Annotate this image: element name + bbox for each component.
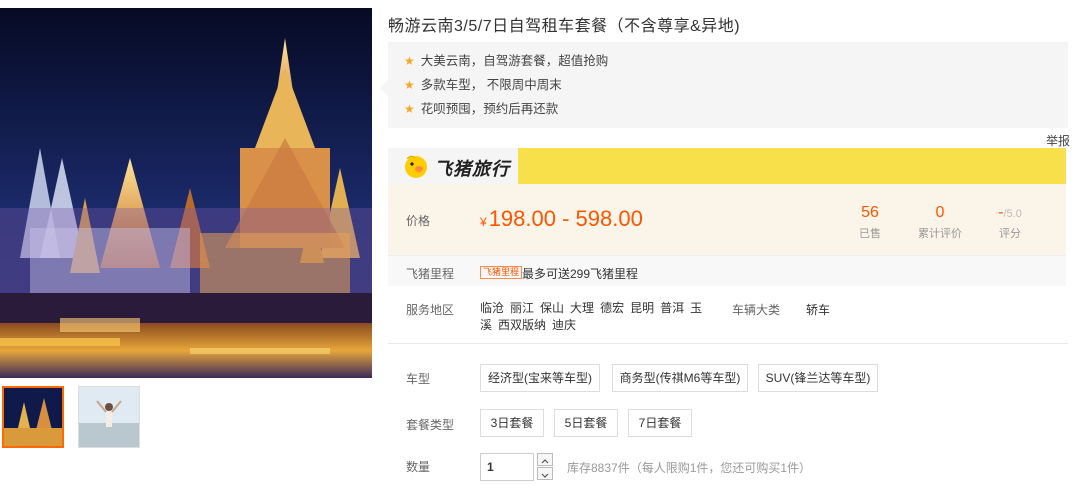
mileage-tag: 飞猪里程	[480, 266, 523, 279]
quantity-decrease-button[interactable]	[537, 467, 553, 480]
score-label: 评分	[999, 228, 1021, 240]
area-item: 保山	[540, 301, 565, 315]
thumbnail-image	[79, 387, 139, 447]
brand-bar: 飞猪旅行	[388, 148, 1066, 184]
area-item: 大理	[570, 301, 595, 315]
highlight-item: ★ 多款车型， 不限周中周末	[404, 75, 1068, 99]
highlight-text: 多款车型， 不限周中周末	[420, 78, 562, 92]
mileage-label: 飞猪里程	[406, 267, 455, 281]
highlights-box: ★ 大美云南，自驾游套餐，超值抢购 ★ 多款车型， 不限周中周末 ★ 花呗预囤，预约后…	[380, 42, 1068, 128]
area-item: 临沧	[480, 301, 505, 315]
area-item: 普洱	[660, 301, 685, 315]
quantity-input[interactable]	[480, 453, 534, 481]
car-type-label: 车型	[406, 372, 431, 386]
area-item: 昆明	[630, 301, 655, 315]
package-option-5day[interactable]: 5日套餐	[554, 409, 618, 437]
price-value: 198.00 - 598.00	[488, 206, 643, 231]
service-area-label: 服务地区	[406, 303, 455, 317]
car-type-option-suv[interactable]: SUV(锋兰达等车型)	[758, 364, 878, 392]
thumbnail-lakeside-woman[interactable]	[78, 386, 140, 448]
service-area-list: 临沧 丽江 保山 大理 德宏 昆明 普洱 玉溪 西双版纳 迪庆	[480, 300, 720, 334]
quantity-label: 数量	[406, 460, 431, 474]
night-temple-photo	[0, 8, 372, 378]
area-item: 德宏	[600, 301, 625, 315]
thumbnail-image	[4, 388, 62, 446]
report-link[interactable]: 举报	[1046, 132, 1070, 149]
mileage-row: 飞猪里程 飞猪里程 最多可送299飞猪里程	[388, 256, 1066, 286]
area-item: 迪庆	[552, 318, 577, 332]
brand-name: 飞猪旅行	[434, 159, 510, 179]
reviews-label: 累计评价	[918, 228, 962, 240]
area-item: 丽江	[510, 301, 535, 315]
price-label: 价格	[406, 214, 431, 228]
package-type-label: 套餐类型	[406, 418, 455, 432]
vehicle-category-label: 车辆大类	[732, 303, 781, 317]
score-value: -/5.0	[980, 204, 1040, 222]
car-type-option-economy[interactable]: 经济型(宝来等车型)	[480, 364, 600, 392]
star-icon: ★	[404, 54, 415, 68]
mileage-text: 最多可送299飞猪里程	[522, 267, 639, 281]
stat-score: -/5.0 评分	[980, 204, 1040, 241]
product-title: 畅游云南3/5/7日自驾租车套餐（不含尊享&异地)	[388, 18, 741, 35]
area-item: 西双版纳	[498, 318, 547, 332]
main-product-image[interactable]	[0, 8, 372, 378]
stock-info: 库存8837件（每人限购1件，您还可购买1件）	[567, 461, 812, 475]
divider	[388, 343, 1068, 344]
highlight-item: ★ 大美云南，自驾游套餐，超值抢购	[404, 51, 1068, 75]
chevron-up-icon	[541, 459, 549, 464]
pig-logo-icon	[405, 155, 427, 178]
score-max: /5.0	[1003, 208, 1022, 220]
vehicle-category-value: 轿车	[806, 303, 831, 317]
currency-symbol: ¥	[480, 215, 487, 229]
chevron-down-icon	[541, 473, 549, 478]
price-panel: 价格 ¥198.00 - 598.00 56 已售 0 累计评价 -/5.0 评…	[388, 184, 1066, 256]
highlight-text: 大美云南，自驾游套餐，超值抢购	[420, 54, 609, 68]
thumbnail-night-temple[interactable]	[2, 386, 64, 448]
sold-count: 56	[861, 204, 879, 221]
highlight-item: ★ 花呗预囤，预约后再还款	[404, 99, 1068, 123]
reviews-count: 0	[935, 204, 945, 221]
package-option-3day[interactable]: 3日套餐	[480, 409, 544, 437]
package-option-7day[interactable]: 7日套餐	[628, 409, 692, 437]
price-range: ¥198.00 - 598.00	[480, 206, 643, 232]
star-icon: ★	[404, 102, 415, 116]
highlight-text: 花呗预囤，预约后再还款	[420, 102, 559, 116]
stat-sold: 56 已售	[840, 204, 900, 241]
sold-label: 已售	[859, 228, 881, 240]
car-type-option-business[interactable]: 商务型(传祺M6等车型)	[612, 364, 748, 392]
star-icon: ★	[404, 78, 415, 92]
stat-reviews[interactable]: 0 累计评价	[910, 204, 970, 241]
quantity-increase-button[interactable]	[537, 453, 553, 466]
